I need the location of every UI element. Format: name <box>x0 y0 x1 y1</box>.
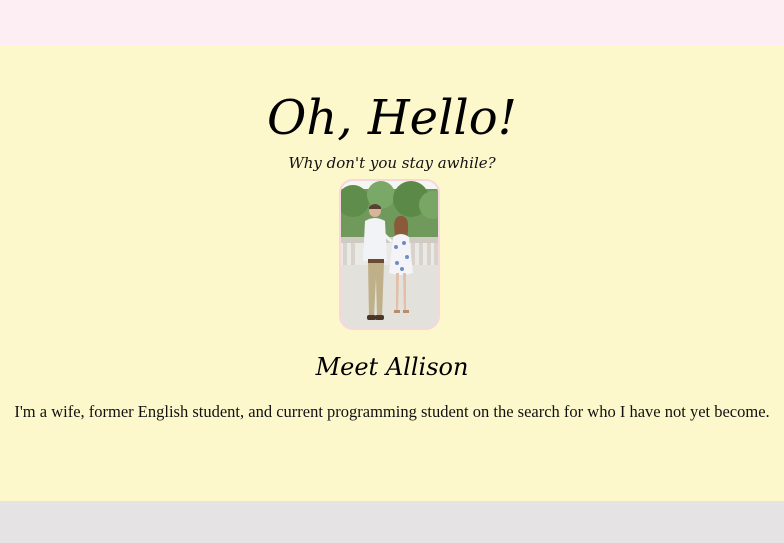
couple-photo-image <box>341 181 438 328</box>
top-bar <box>0 0 784 45</box>
page-title: Oh, Hello! <box>267 90 517 146</box>
main-section: Oh, Hello! Why don't you stay awhile? Me… <box>0 45 784 501</box>
profile-photo <box>339 179 440 330</box>
meet-heading: Meet Allison <box>315 353 469 381</box>
page-subtitle: Why don't you stay awhile? <box>288 154 496 172</box>
bio-text: I'm a wife, former English student, and … <box>14 402 770 421</box>
bottom-bar <box>0 501 784 543</box>
